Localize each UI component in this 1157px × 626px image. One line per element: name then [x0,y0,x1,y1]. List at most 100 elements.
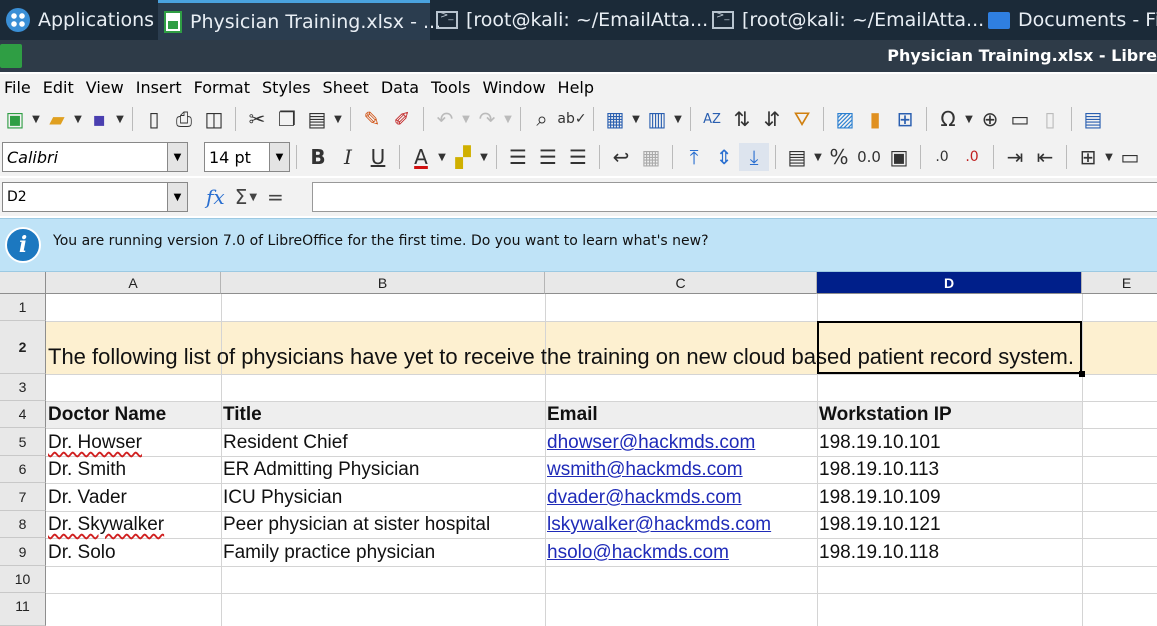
increase-indent-icon[interactable]: ⇥ [1000,143,1030,171]
center-vertically-icon[interactable]: ⇕ [709,143,739,171]
bold-icon[interactable]: B [303,143,333,171]
cell-doctor-name[interactable]: Dr. Solo [46,542,116,564]
column-dropdown-icon[interactable]: ▼ [672,114,684,125]
decrease-indent-icon[interactable]: ⇤ [1030,143,1060,171]
row-header-2[interactable]: 2 [0,321,46,374]
special-character-icon[interactable]: Ω [933,105,963,133]
sum-icon[interactable]: Σ [235,185,248,209]
spreadsheet-grid[interactable]: A B C D E 1 2 3 4 5 6 7 8 9 10 11 The fo… [0,272,1157,626]
cell-doctor-name[interactable]: Dr. Skywalker [46,514,164,536]
fill-handle[interactable] [1079,371,1085,377]
function-wizard-icon[interactable]: fx [206,185,225,209]
special-character-dropdown-icon[interactable]: ▼ [963,114,975,125]
currency-format-icon[interactable]: ▤ [782,143,812,171]
align-bottom-icon[interactable]: ⤓ [739,143,769,171]
cell-email-link[interactable]: lskywalker@hackmds.com [545,514,771,536]
align-right-icon[interactable]: ☰ [563,143,593,171]
new-document-icon[interactable]: ▣ [0,105,30,133]
merge-cells-icon[interactable]: ▦ [636,143,666,171]
row-header-8[interactable]: 8 [0,511,46,538]
menu-data[interactable]: Data [377,78,427,97]
copy-icon[interactable]: ❐ [272,105,302,133]
menu-window[interactable]: Window [478,78,553,97]
paste-dropdown-icon[interactable]: ▼ [332,114,344,125]
define-print-area-icon[interactable]: ▤ [1078,105,1108,133]
pivot-table-icon[interactable]: ⊞ [890,105,920,133]
name-box[interactable]: D2 ▼ [2,182,188,212]
cell-email-link[interactable]: dhowser@hackmds.com [545,432,755,454]
undo-icon[interactable]: ↶ [430,105,460,133]
header-title[interactable]: Title [221,404,262,426]
cell-title[interactable]: ICU Physician [221,487,342,509]
cell-email-link[interactable]: hsolo@hackmds.com [545,542,729,564]
column-header-e[interactable]: E [1082,272,1157,294]
row-header-6[interactable]: 6 [0,456,46,483]
column-header-d[interactable]: D [817,272,1082,294]
align-center-icon[interactable]: ☰ [533,143,563,171]
cut-icon[interactable]: ✂ [242,105,272,133]
formula-input[interactable] [312,182,1157,212]
row-header-10[interactable]: 10 [0,566,46,593]
cell-cursor-d2[interactable] [817,321,1082,374]
highlight-color-icon[interactable]: ▞ [448,143,478,171]
font-name-combo[interactable]: Calibri ▼ [2,142,188,172]
insert-image-icon[interactable]: ▨ [830,105,860,133]
italic-icon[interactable]: I [333,143,363,171]
taskbar-item-documents[interactable]: Documents - Fi [982,0,1157,40]
percent-format-icon[interactable]: % [824,143,854,171]
sort-icon[interactable]: AZ [697,105,727,133]
select-all-corner[interactable] [0,272,46,294]
redo-icon[interactable]: ↷ [472,105,502,133]
taskbar-item-terminal-1[interactable]: [root@kali: ~/EmailAtta... [430,0,708,40]
row-dropdown-icon[interactable]: ▼ [630,114,642,125]
name-box-dropdown-icon[interactable]: ▼ [167,183,187,211]
borders-icon[interactable]: ⊞ [1073,143,1103,171]
clone-formatting-icon[interactable]: ✎ [357,105,387,133]
cell-title[interactable]: Family practice physician [221,542,435,564]
cell-doctor-name[interactable]: Dr. Smith [46,459,126,481]
number-format-icon[interactable]: 0.0 [854,143,884,171]
menu-format[interactable]: Format [190,78,258,97]
cell-doctor-name[interactable]: Dr. Howser [46,432,142,454]
menu-view[interactable]: View [82,78,132,97]
hyperlink-icon[interactable]: ⊕ [975,105,1005,133]
sort-descending-icon[interactable]: ⇵ [757,105,787,133]
font-name-dropdown-icon[interactable]: ▼ [167,143,187,171]
open-dropdown-icon[interactable]: ▼ [72,114,84,125]
menu-insert[interactable]: Insert [132,78,190,97]
currency-dropdown-icon[interactable]: ▼ [812,152,824,163]
applications-menu[interactable]: Applications [0,0,158,40]
header-workstation-ip[interactable]: Workstation IP [817,404,952,426]
row-header-3[interactable]: 3 [0,374,46,401]
row-header-5[interactable]: 5 [0,428,46,456]
cell-email-link[interactable]: dvader@hackmds.com [545,487,742,509]
cell-title[interactable]: Resident Chief [221,432,348,454]
menu-edit[interactable]: Edit [39,78,82,97]
cell-workstation-ip[interactable]: 198.19.10.121 [817,514,941,536]
find-replace-icon[interactable]: ⌕ [527,105,557,133]
menu-help[interactable]: Help [554,78,602,97]
font-color-icon[interactable]: A [406,143,436,171]
column-icon[interactable]: ▥ [642,105,672,133]
cell-workstation-ip[interactable]: 198.19.10.101 [817,432,941,454]
save-icon[interactable]: ▪ [84,105,114,133]
print-preview-icon[interactable]: ◫ [199,105,229,133]
align-left-icon[interactable]: ☰ [503,143,533,171]
header-doctor-name[interactable]: Doctor Name [46,404,166,426]
insert-chart-icon[interactable]: ▮ [860,105,890,133]
cell-doctor-name[interactable]: Dr. Vader [46,487,127,509]
column-header-a[interactable]: A [46,272,221,294]
clear-formatting-icon[interactable]: ✐ [387,105,417,133]
save-dropdown-icon[interactable]: ▼ [114,114,126,125]
column-header-c[interactable]: C [545,272,817,294]
headers-footers-icon[interactable]: ▯ [1035,105,1065,133]
borders-dropdown-icon[interactable]: ▼ [1103,152,1115,163]
autofilter-icon[interactable]: ⛛ [787,105,817,133]
row-header-11[interactable]: 11 [0,593,46,626]
cell-workstation-ip[interactable]: 198.19.10.118 [817,542,939,564]
cell-workstation-ip[interactable]: 198.19.10.109 [817,487,941,509]
menu-tools[interactable]: Tools [427,78,478,97]
spelling-icon[interactable]: ab✓ [557,105,587,133]
cell-workstation-ip[interactable]: 198.19.10.113 [817,459,939,481]
column-header-b[interactable]: B [221,272,545,294]
